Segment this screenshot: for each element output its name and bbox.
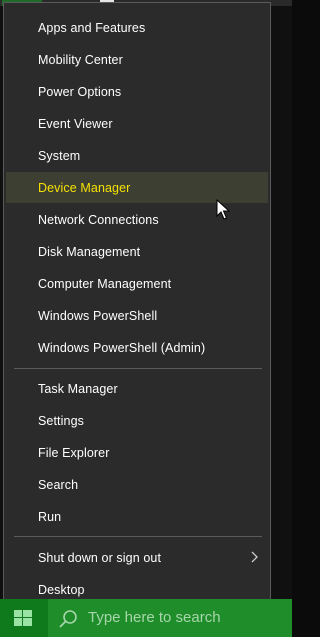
menu-item-computer-management[interactable]: Computer Management: [6, 268, 268, 299]
menu-separator: [14, 536, 262, 537]
menu-item-label: Mobility Center: [38, 52, 123, 67]
menu-item-task-manager[interactable]: Task Manager: [6, 373, 268, 404]
menu-item-label: Desktop: [38, 582, 85, 597]
menu-item-label: Computer Management: [38, 276, 172, 291]
menu-item-label: Search: [38, 477, 79, 492]
menu-item-label: Windows PowerShell: [38, 308, 158, 323]
menu-item-label: Power Options: [38, 84, 122, 99]
menu-item-windows-powershell-admin[interactable]: Windows PowerShell (Admin): [6, 332, 268, 363]
search-placeholder: Type here to search: [88, 609, 221, 626]
menu-item-label: Device Manager: [38, 180, 131, 195]
menu-item-file-explorer[interactable]: File Explorer: [6, 437, 268, 468]
menu-item-settings[interactable]: Settings: [6, 405, 268, 436]
menu-item-label: Apps and Features: [38, 20, 146, 35]
menu-item-label: System: [38, 148, 81, 163]
menu-item-label: File Explorer: [38, 445, 110, 460]
menu-item-search[interactable]: Search: [6, 469, 268, 500]
menu-item-label: Network Connections: [38, 212, 159, 227]
menu-item-power-options[interactable]: Power Options: [6, 76, 268, 107]
menu-item-label: Event Viewer: [38, 116, 113, 131]
mouse-cursor-icon: [216, 199, 230, 220]
menu-item-label: Run: [38, 509, 62, 524]
menu-separator: [14, 368, 262, 369]
menu-item-label: Disk Management: [38, 244, 141, 259]
menu-item-label: Shut down or sign out: [38, 550, 162, 565]
start-button[interactable]: [0, 599, 48, 637]
menu-item-event-viewer[interactable]: Event Viewer: [6, 108, 268, 139]
taskbar-search-box[interactable]: Type here to search: [48, 599, 292, 637]
menu-item-run[interactable]: Run: [6, 501, 268, 532]
windows-logo-icon: [14, 610, 32, 626]
menu-item-system[interactable]: System: [6, 140, 268, 171]
menu-item-windows-powershell[interactable]: Windows PowerShell: [6, 300, 268, 331]
menu-item-apps-and-features[interactable]: Apps and Features: [6, 12, 268, 43]
chevron-right-icon: [251, 551, 258, 563]
search-icon: [59, 610, 77, 628]
taskbar: Type here to search: [0, 599, 292, 637]
menu-item-disk-management[interactable]: Disk Management: [6, 236, 268, 267]
menu-item-label: Settings: [38, 413, 84, 428]
menu-item-mobility-center[interactable]: Mobility Center: [6, 44, 268, 75]
menu-item-label: Windows PowerShell (Admin): [38, 340, 206, 355]
menu-item-shut-down-or-sign-out[interactable]: Shut down or sign out: [6, 542, 268, 573]
menu-item-label: Task Manager: [38, 381, 118, 396]
quick-link-menu: Apps and Features Mobility Center Power …: [3, 2, 271, 612]
